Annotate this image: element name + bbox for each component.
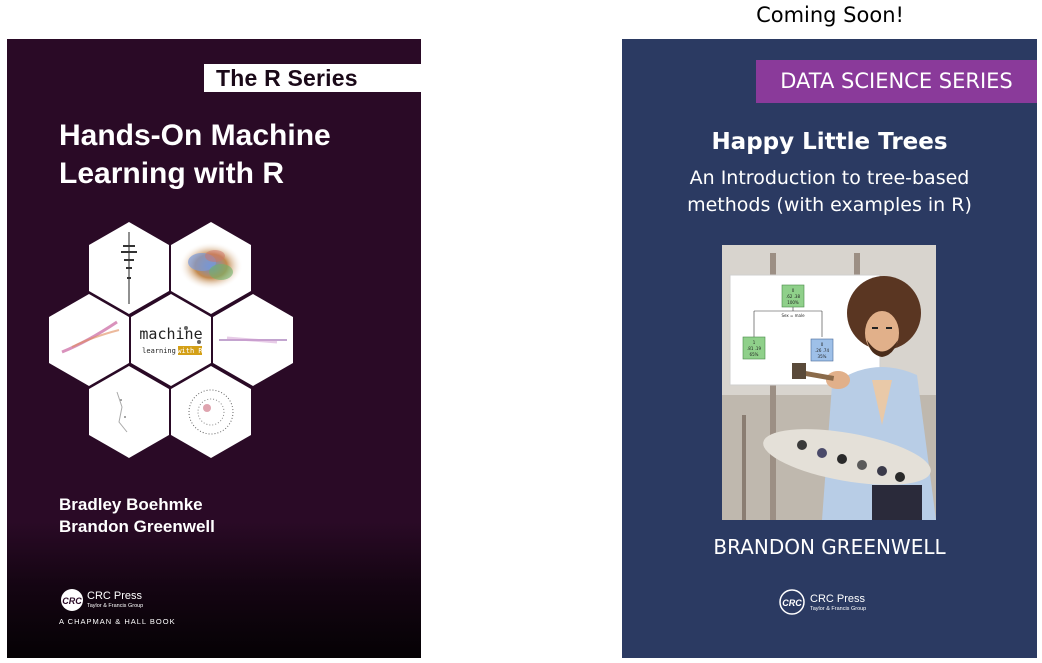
- hex-top-right: [171, 222, 251, 314]
- author-name: Brandon Greenwell: [59, 517, 215, 536]
- publisher-block: CRC CRC Press Taylor & Francis Group: [778, 587, 888, 619]
- author-name: BRANDON GREENWELL: [713, 535, 946, 559]
- publisher-name: CRC Press: [810, 593, 866, 605]
- coming-soon-label: Coming Soon!: [756, 3, 904, 27]
- svg-text:0: 0: [792, 288, 795, 293]
- book-subtitle-line2: methods (with examples in R): [687, 194, 972, 216]
- hex-middle-left: [49, 294, 129, 386]
- logo-word-machine: machine: [139, 325, 202, 343]
- svg-text:65%: 65%: [750, 352, 759, 357]
- publisher-name: CRC Press: [87, 590, 143, 602]
- imprint-label: A CHAPMAN & HALL BOOK: [59, 617, 176, 626]
- svg-text:CRC: CRC: [62, 596, 82, 606]
- author-name: Bradley Boehmke: [59, 495, 203, 514]
- series-label: DATA SCIENCE SERIES: [780, 69, 1013, 93]
- svg-text:.26 .74: .26 .74: [815, 348, 829, 353]
- book-cover-happy-little-trees[interactable]: DATA SCIENCE SERIES Happy Little Trees A…: [622, 39, 1037, 658]
- hex-center-logo: machine learning with R: [131, 294, 211, 386]
- crc-press-logo-icon: CRC: [779, 589, 805, 615]
- book-subtitle-line1: An Introduction to tree-based: [689, 167, 970, 189]
- book-subtitle: An Introduction to tree-based methods (w…: [662, 165, 997, 219]
- hex-bottom-right: [171, 366, 251, 458]
- svg-text:100%: 100%: [787, 300, 799, 305]
- hex-bottom-left: [89, 366, 169, 458]
- hex-middle-right: [213, 294, 293, 386]
- svg-text:Sex = male: Sex = male: [781, 313, 805, 318]
- series-banner: The R Series: [204, 64, 421, 92]
- publisher-block: CRC CRC Press Taylor & Francis Group A C…: [59, 587, 179, 627]
- book-title: Hands-On Machine Learning with R: [59, 117, 399, 193]
- book-title-line1: Hands-On Machine: [59, 119, 331, 152]
- book-title-line2: Learning with R: [59, 157, 284, 190]
- logo-word-learning: learning: [142, 347, 176, 355]
- cover-photo-painter: 0 .62 .38 100% Sex = male 1 .81 .19 65% …: [722, 245, 936, 520]
- svg-text:0: 0: [821, 342, 824, 347]
- authors: Bradley Boehmke Brandon Greenwell: [59, 494, 215, 538]
- series-banner: DATA SCIENCE SERIES: [756, 60, 1037, 103]
- svg-text:.62 .38: .62 .38: [786, 294, 800, 299]
- hex-top-left: [89, 222, 169, 314]
- book-cover-hands-on-ml[interactable]: The R Series Hands-On Machine Learning w…: [7, 39, 421, 658]
- svg-text:CRC: CRC: [782, 598, 802, 608]
- logo-word-with-r: with R: [177, 347, 203, 355]
- svg-text:.81 .19: .81 .19: [747, 346, 761, 351]
- series-label: The R Series: [216, 65, 358, 91]
- book-title: Happy Little Trees: [711, 129, 948, 155]
- hexagon-graphic: machine learning with R: [49, 222, 293, 458]
- svg-text:35%: 35%: [818, 354, 827, 359]
- publisher-group: Taylor & Francis Group: [810, 606, 866, 612]
- svg-text:1: 1: [753, 340, 756, 345]
- publisher-group: Taylor & Francis Group: [87, 603, 143, 609]
- crc-press-logo-icon: CRC: [61, 589, 83, 611]
